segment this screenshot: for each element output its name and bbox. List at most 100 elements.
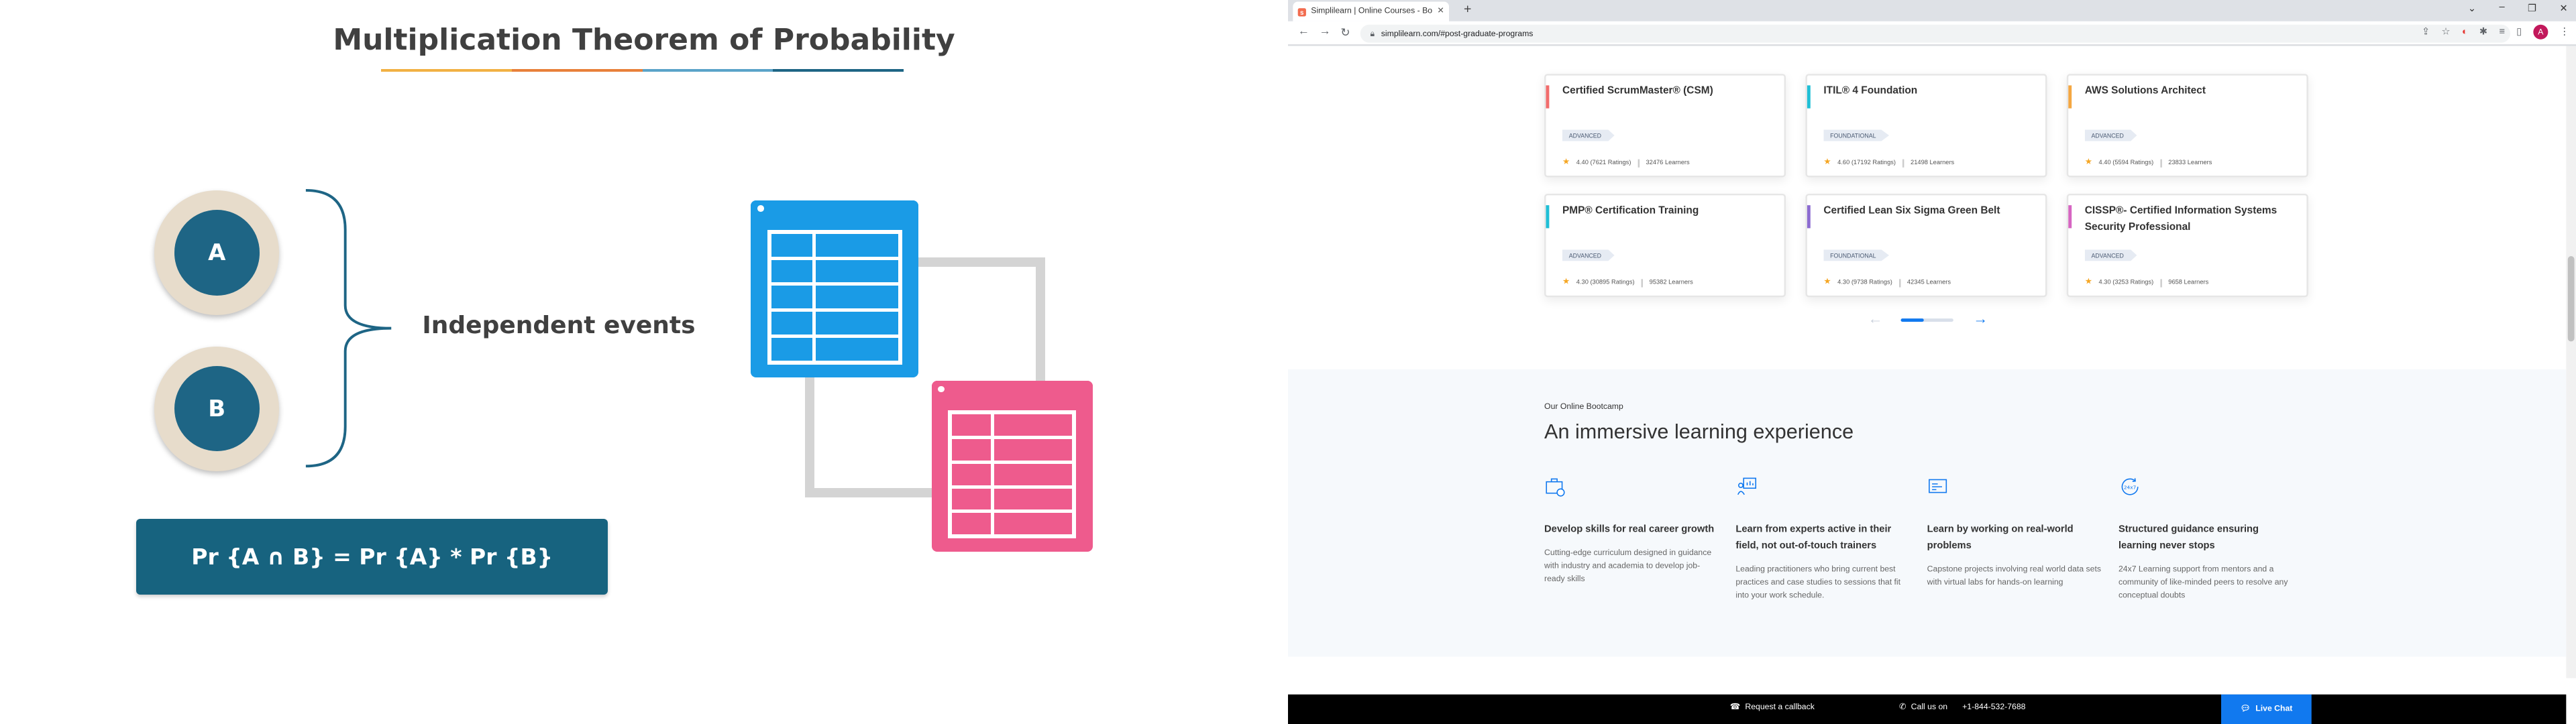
- table-cell-graphic: [952, 488, 991, 510]
- event-b-circle: B: [154, 346, 280, 471]
- course-title: PMP® Certification Training: [1562, 205, 1699, 217]
- media-icon[interactable]: ≡: [2499, 27, 2505, 37]
- title-underline: [381, 68, 904, 72]
- slide-title: Multiplication Theorem of Probability: [333, 23, 955, 58]
- scrollbar-thumb[interactable]: [2567, 256, 2575, 342]
- call-us-label: Call us on: [1911, 703, 1948, 713]
- project-doc-icon: [1927, 476, 1949, 497]
- table-cell-graphic: [952, 414, 991, 436]
- event-b-label: B: [174, 366, 260, 452]
- course-rating: 4.40 (7621 Ratings): [1576, 159, 1631, 166]
- course-card[interactable]: AWS Solutions Architect ADVANCED ★ 4.40 (55…: [2066, 74, 2308, 178]
- course-card[interactable]: Certified Lean Six Sigma Green Belt FOUND…: [1805, 193, 2047, 298]
- forward-icon[interactable]: →: [1320, 26, 1331, 38]
- blue-window-illustration: [751, 200, 918, 378]
- window-header: [751, 200, 918, 217]
- star-icon[interactable]: ☆: [2442, 26, 2451, 38]
- simplilearn-favicon-icon: s: [1297, 7, 1306, 16]
- profile-avatar[interactable]: A: [2533, 24, 2548, 40]
- event-a-label: A: [174, 210, 260, 296]
- bootcamp-heading: An immersive learning experience: [1544, 420, 1854, 444]
- feature-description: 24x7 Learning support from mentors and a…: [2118, 564, 2288, 601]
- course-learners: 32476 Learners: [1646, 159, 1690, 166]
- tab-close-icon[interactable]: ✕: [1437, 7, 1444, 17]
- extensions-icon[interactable]: ✱: [2479, 26, 2487, 38]
- table-cell-graphic: [771, 233, 812, 257]
- carousel-next-icon[interactable]: →: [1973, 310, 1988, 326]
- lock-icon[interactable]: 🔒︎: [1370, 29, 1375, 39]
- course-learners: 42345 Learners: [1907, 279, 1951, 286]
- independent-events-label: Independent events: [422, 312, 696, 340]
- browser-toolbar: ← → ↻ 🔒︎ simplilearn.com/#post-graduate-…: [1288, 21, 2576, 46]
- course-card[interactable]: ITIL® 4 Foundation FOUNDATIONAL ★ 4.60 (171…: [1805, 74, 2047, 178]
- level-badge: ADVANCED: [1562, 129, 1615, 141]
- course-card[interactable]: PMP® Certification Training ADVANCED ★ 4.30…: [1544, 193, 1786, 298]
- feature-item: Develop skills for real career growth Cu…: [1544, 476, 1719, 586]
- contact-bar: ☎︎ Request a callback ✆ Call us on +1-84…: [1288, 694, 2567, 724]
- course-learners: 95382 Learners: [1649, 279, 1693, 286]
- url-text: simplilearn.com/#post-graduate-programs: [1381, 28, 1534, 39]
- meta-separator: [1638, 158, 1640, 167]
- table-cell-graphic: [815, 233, 898, 257]
- tab-search-icon[interactable]: ⌄: [2468, 3, 2476, 15]
- window-dot: [757, 205, 764, 212]
- table-cell-graphic: [771, 337, 812, 361]
- menu-icon[interactable]: ⋮: [2560, 26, 2570, 38]
- card-accent-bar: [1546, 205, 1549, 229]
- level-badge: ADVANCED: [2084, 129, 2137, 141]
- title-underline-segment: [511, 68, 643, 72]
- reload-icon[interactable]: ↻: [1340, 26, 1350, 40]
- course-meta: ★ 4.30 (9738 Ratings) 42345 Learners: [1823, 278, 1951, 288]
- event-a-circle: A: [154, 190, 280, 316]
- card-accent-bar: [1807, 205, 1810, 229]
- course-learners: 21498 Learners: [1911, 159, 1955, 166]
- support-24x7-icon: 24x7: [2118, 476, 2140, 497]
- live-chat-button[interactable]: 💬︎ Live Chat: [2221, 694, 2312, 724]
- share-icon[interactable]: ⇪: [2422, 26, 2430, 38]
- carousel-prev-icon[interactable]: ←: [1868, 310, 1882, 326]
- carousel-progress: [1900, 318, 1953, 322]
- level-badge: ADVANCED: [1562, 249, 1615, 261]
- restore-icon[interactable]: ❐: [2528, 3, 2536, 15]
- window-body: [932, 398, 1093, 552]
- request-callback-button[interactable]: ☎︎ Request a callback: [1730, 703, 1815, 713]
- expert-board-icon: [1735, 476, 1757, 497]
- feature-title: Learn by working on real-world problems: [1927, 525, 2074, 552]
- card-accent-bar: [1807, 85, 1810, 109]
- course-title: CISSP®- Certified Information Systems Se…: [2084, 205, 2277, 233]
- minimize-icon[interactable]: –: [2499, 3, 2504, 15]
- meta-separator: [2160, 278, 2162, 287]
- table-cell-graphic: [952, 463, 991, 485]
- title-underline-segment: [642, 68, 773, 72]
- browser-window: s Simplilearn | Online Courses - Bootcam…: [1288, 0, 2576, 724]
- call-us-button[interactable]: ✆ Call us on +1-844-532-7688: [1899, 703, 2025, 713]
- feature-item: Learn by working on real-world problems …: [1927, 476, 2102, 589]
- back-icon[interactable]: ←: [1298, 26, 1309, 38]
- table-cell-graphic: [994, 463, 1073, 485]
- data-table-graphic: [767, 229, 902, 365]
- course-meta: ★ 4.30 (3253 Ratings) 9658 Learners: [2085, 278, 2209, 288]
- card-accent-bar: [2068, 85, 2071, 109]
- toolbar-icons: ⇪ ☆ ◐ ✱ ≡ ▯ A ⋮: [2422, 24, 2570, 40]
- adblock-icon[interactable]: ◐: [2462, 27, 2468, 37]
- course-card[interactable]: CISSP®- Certified Information Systems Se…: [2066, 193, 2308, 298]
- sidepanel-icon[interactable]: ▯: [2516, 26, 2522, 38]
- course-rating: 4.30 (30895 Ratings): [1576, 279, 1635, 286]
- formula-box: Pr {A ∩ B} = Pr {A} * Pr {B}: [136, 518, 608, 595]
- star-icon: ★: [1562, 277, 1570, 288]
- new-tab-icon[interactable]: +: [1464, 1, 1471, 16]
- course-card[interactable]: Certified ScrumMaster® (CSM) ADVANCED ★ 4.4…: [1544, 74, 1786, 178]
- course-rating: 4.40 (5594 Ratings): [2098, 159, 2154, 166]
- course-learners: 9658 Learners: [2168, 279, 2209, 286]
- meta-separator: [1898, 278, 1901, 287]
- page-scrollbar[interactable]: [2566, 46, 2576, 678]
- course-title: AWS Solutions Architect: [2084, 85, 2206, 97]
- close-window-icon[interactable]: ✕: [2559, 3, 2567, 15]
- browser-tab[interactable]: s Simplilearn | Online Courses - Bootcam…: [1293, 1, 1450, 21]
- meta-separator: [2160, 158, 2162, 167]
- course-learners: 23833 Learners: [2168, 159, 2212, 166]
- card-accent-bar: [2068, 205, 2071, 229]
- feature-item: Learn from experts active in their field…: [1735, 476, 1910, 603]
- address-bar[interactable]: 🔒︎ simplilearn.com/#post-graduate-progra…: [1360, 24, 2511, 43]
- course-meta: ★ 4.30 (30895 Ratings) 95382 Learners: [1562, 278, 1693, 288]
